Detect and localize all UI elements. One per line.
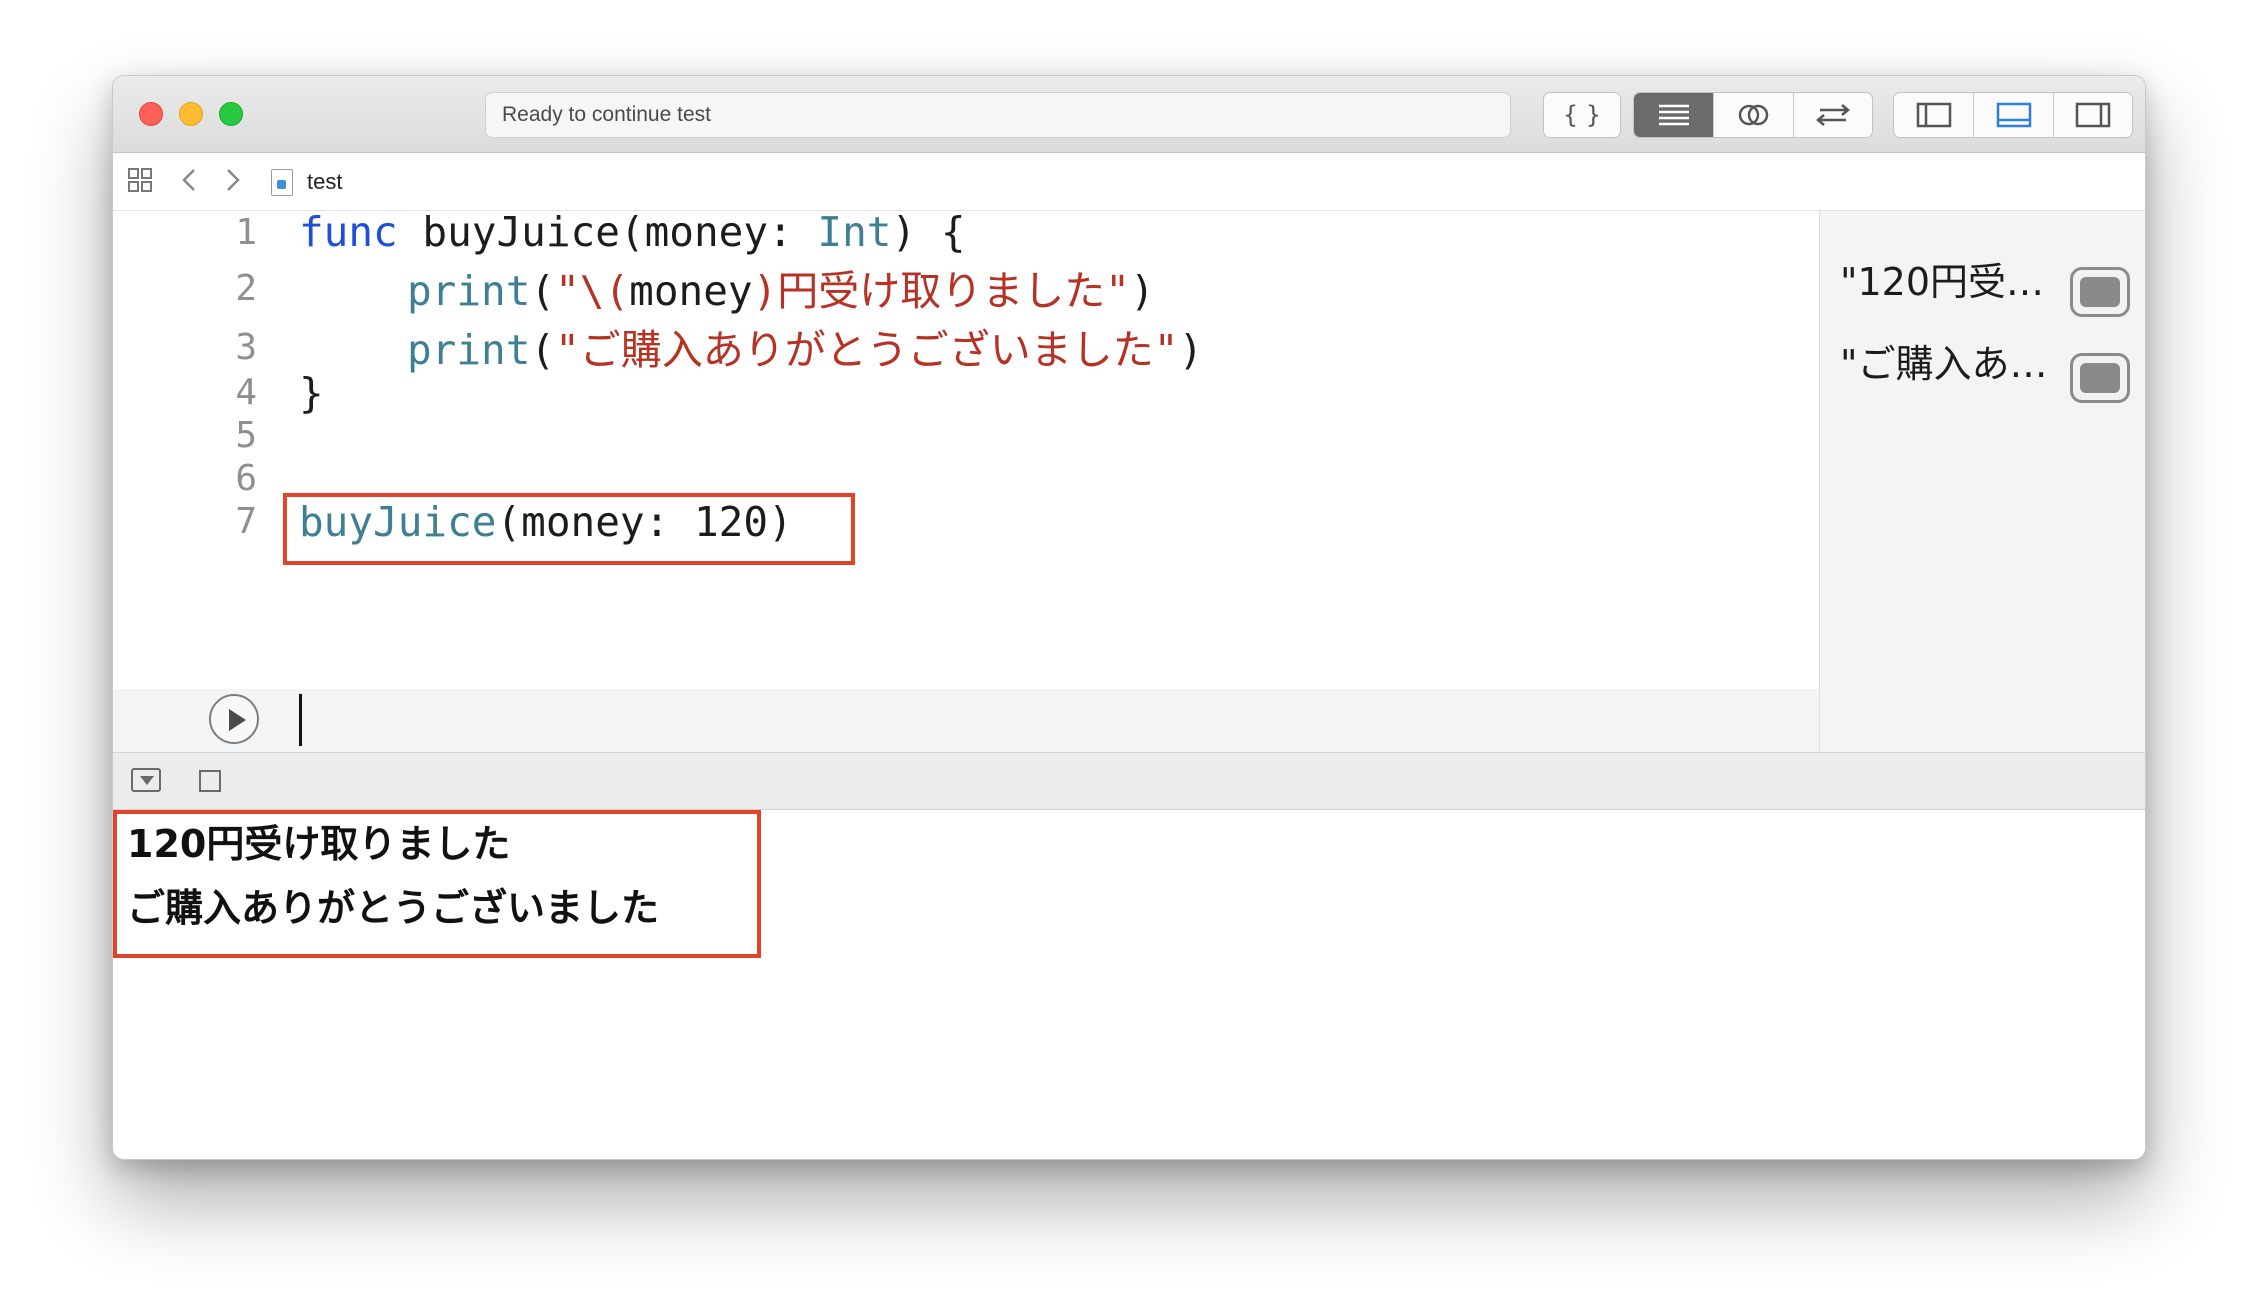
library-button-group: { } (1543, 92, 1621, 138)
activity-status: Ready to continue test (485, 92, 1511, 138)
code-line-2: print("\(money)円受け取りました") (407, 267, 1155, 315)
line-number: 7 (235, 501, 257, 542)
debug-area-toggle-icon[interactable] (1973, 93, 2052, 137)
utilities-toggle-icon[interactable] (2052, 93, 2132, 137)
console-output[interactable]: 120円受け取りました ご購入ありがとうございました (113, 810, 2145, 1159)
line-number: 5 (235, 415, 257, 456)
jump-bar: test (113, 153, 2145, 211)
run-playground-button[interactable] (209, 694, 259, 744)
annotation-highlight-output (113, 810, 761, 958)
editor-mode-group (1633, 92, 1873, 138)
swift-file-icon (271, 169, 293, 196)
close-window-button[interactable] (139, 102, 163, 126)
line-number: 2 (235, 268, 257, 309)
breadcrumb-file-name[interactable]: test (307, 167, 342, 197)
result-value[interactable]: "120円受… (1840, 259, 2044, 305)
playground-window: Ready to continue test { } test 1 2 3 4 … (112, 75, 2146, 1160)
standard-editor-icon[interactable] (1634, 93, 1714, 137)
text-caret (299, 694, 302, 746)
title-bar: Ready to continue test { } (113, 76, 2145, 153)
line-number: 4 (235, 372, 257, 413)
annotation-highlight-call (283, 493, 855, 565)
minimize-window-button[interactable] (179, 102, 203, 126)
assistant-editor-icon[interactable] (1713, 93, 1792, 137)
code-line-1: func buyJuice(money: Int) { (299, 208, 966, 256)
back-chevron-icon[interactable] (181, 167, 197, 200)
navigator-toggle-icon[interactable] (1894, 93, 1973, 137)
code-line-4: } (299, 369, 324, 417)
zoom-window-button[interactable] (219, 102, 243, 126)
result-value[interactable]: "ご購入あ… (1840, 341, 2047, 387)
braces-icon[interactable]: { } (1544, 93, 1620, 137)
line-number: 1 (235, 212, 257, 253)
quick-look-icon[interactable] (2070, 267, 2130, 317)
quick-look-icon[interactable] (2070, 353, 2130, 403)
stop-icon[interactable] (199, 770, 221, 792)
results-sidebar: "120円受… "ご購入あ… (1819, 211, 2145, 752)
related-items-icon[interactable] (127, 167, 153, 200)
current-line-highlight (113, 689, 1819, 752)
line-number: 6 (235, 458, 257, 499)
panel-toggle-group (1893, 92, 2133, 138)
code-line-3: print("ご購入ありがとうございました") (407, 326, 1204, 374)
debug-bar (113, 752, 2145, 810)
forward-chevron-icon[interactable] (225, 167, 241, 200)
line-number: 3 (235, 327, 257, 368)
code-editor[interactable]: 1 2 3 4 5 6 7 func buyJuice(money: Int) … (113, 208, 1819, 752)
version-editor-icon[interactable] (1792, 93, 1872, 137)
hide-debug-area-icon[interactable] (131, 768, 161, 792)
